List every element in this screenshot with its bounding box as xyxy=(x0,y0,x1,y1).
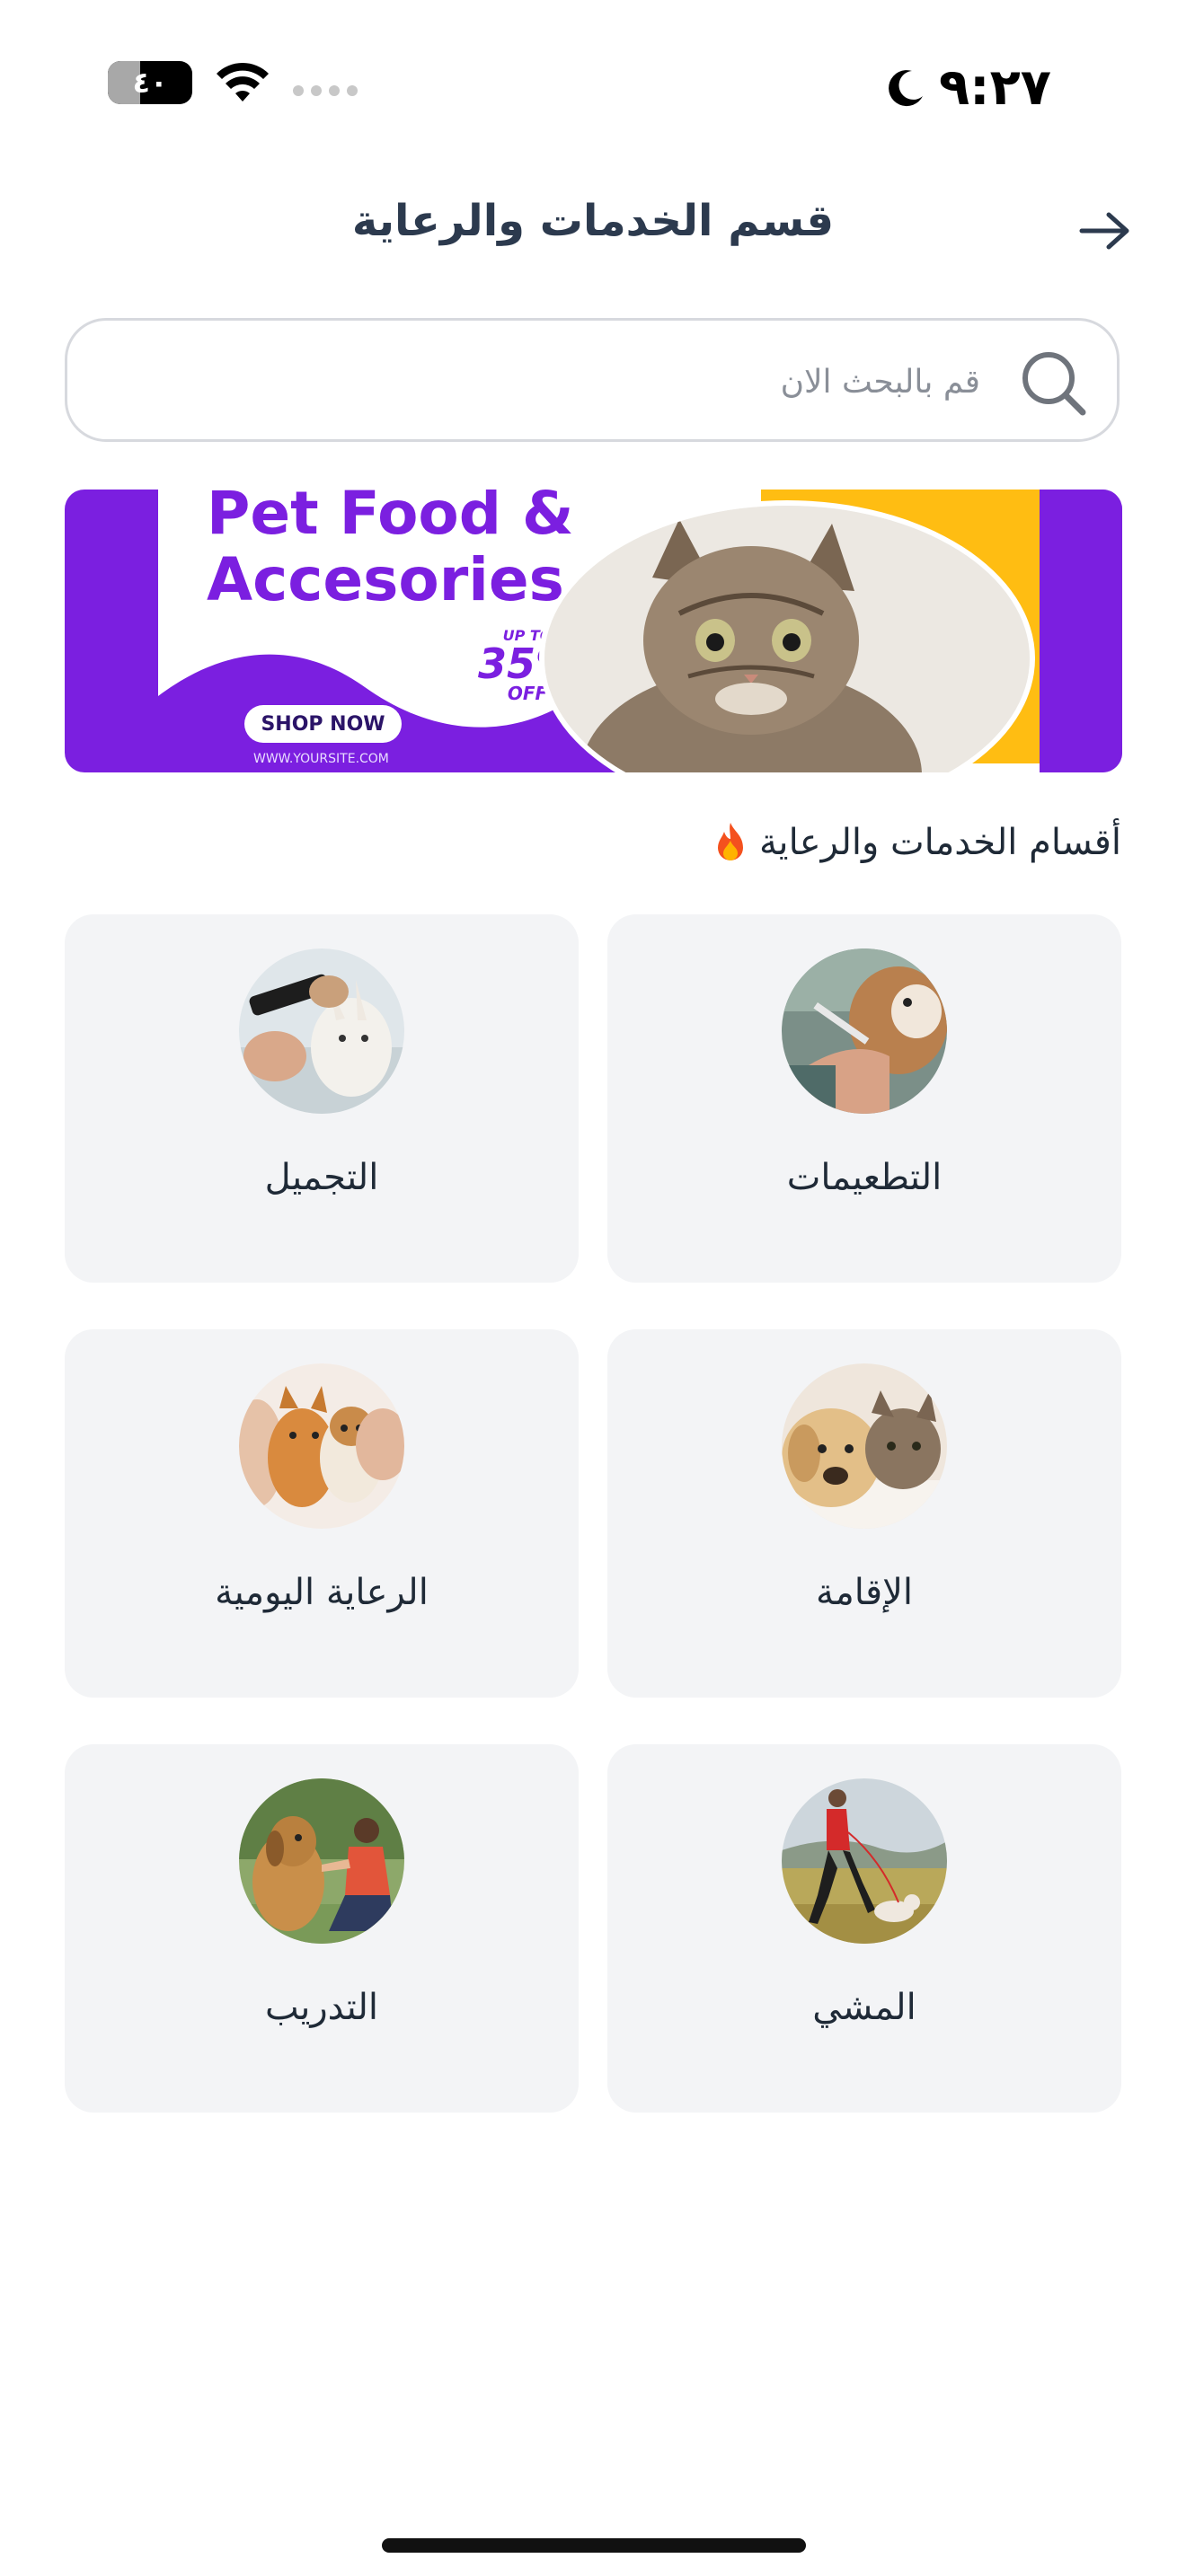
fire-icon xyxy=(717,823,743,860)
category-label: التطعيمات xyxy=(786,1157,943,1198)
daycare-photo xyxy=(239,1363,404,1529)
promo-banner[interactable]: Pet Food & Accesories UP TO 35% OFF SHOP… xyxy=(65,490,1122,772)
walking-photo xyxy=(782,1778,947,1944)
vaccination-photo xyxy=(782,948,947,1114)
category-card-vaccinations[interactable]: التطعيمات xyxy=(607,914,1121,1283)
wifi-icon xyxy=(217,62,269,101)
category-label: المشي xyxy=(812,1987,916,2028)
search-input[interactable] xyxy=(170,349,982,414)
section-title-text: أقسام الخدمات والرعاية xyxy=(758,822,1121,863)
shop-now-button[interactable]: SHOP NOW xyxy=(244,705,402,743)
page-title: قسم الخدمات والرعاية xyxy=(351,196,835,246)
search-box[interactable] xyxy=(65,318,1120,442)
banner-site: WWW.YOURSITE.COM xyxy=(253,752,389,766)
category-card-walking[interactable]: المشي xyxy=(607,1744,1121,2113)
search-icon[interactable] xyxy=(1018,348,1090,419)
status-time: ٩:٢٧ xyxy=(885,52,1083,124)
back-button[interactable] xyxy=(1069,201,1141,260)
category-card-grooming[interactable]: التجميل xyxy=(65,914,579,1283)
status-bar: ٤٠ ٩:٢٧ xyxy=(0,0,1186,171)
category-card-daycare[interactable]: الرعاية اليومية xyxy=(65,1329,579,1698)
battery-icon: ٤٠ xyxy=(108,61,192,104)
status-indicators: ٤٠ xyxy=(108,61,358,104)
grooming-photo xyxy=(239,948,404,1114)
category-card-training[interactable]: التدريب xyxy=(65,1744,579,2113)
boarding-photo xyxy=(782,1363,947,1529)
category-label: التدريب xyxy=(264,1987,379,2028)
battery-level: ٤٠ xyxy=(132,66,168,100)
arrow-right-icon xyxy=(1079,212,1129,250)
category-label: الإقامة xyxy=(815,1572,914,1613)
cellular-signal-icon xyxy=(293,85,358,96)
header: قسم الخدمات والرعاية xyxy=(0,180,1186,278)
moon-icon xyxy=(889,70,923,107)
category-label: الرعاية اليومية xyxy=(215,1572,429,1613)
clock-text: ٩:٢٧ xyxy=(939,58,1051,117)
training-photo xyxy=(239,1778,404,1944)
home-indicator[interactable] xyxy=(382,2538,806,2553)
category-label: التجميل xyxy=(264,1157,379,1198)
section-title: أقسام الخدمات والرعاية xyxy=(711,816,1121,869)
category-card-boarding[interactable]: الإقامة xyxy=(607,1329,1121,1698)
